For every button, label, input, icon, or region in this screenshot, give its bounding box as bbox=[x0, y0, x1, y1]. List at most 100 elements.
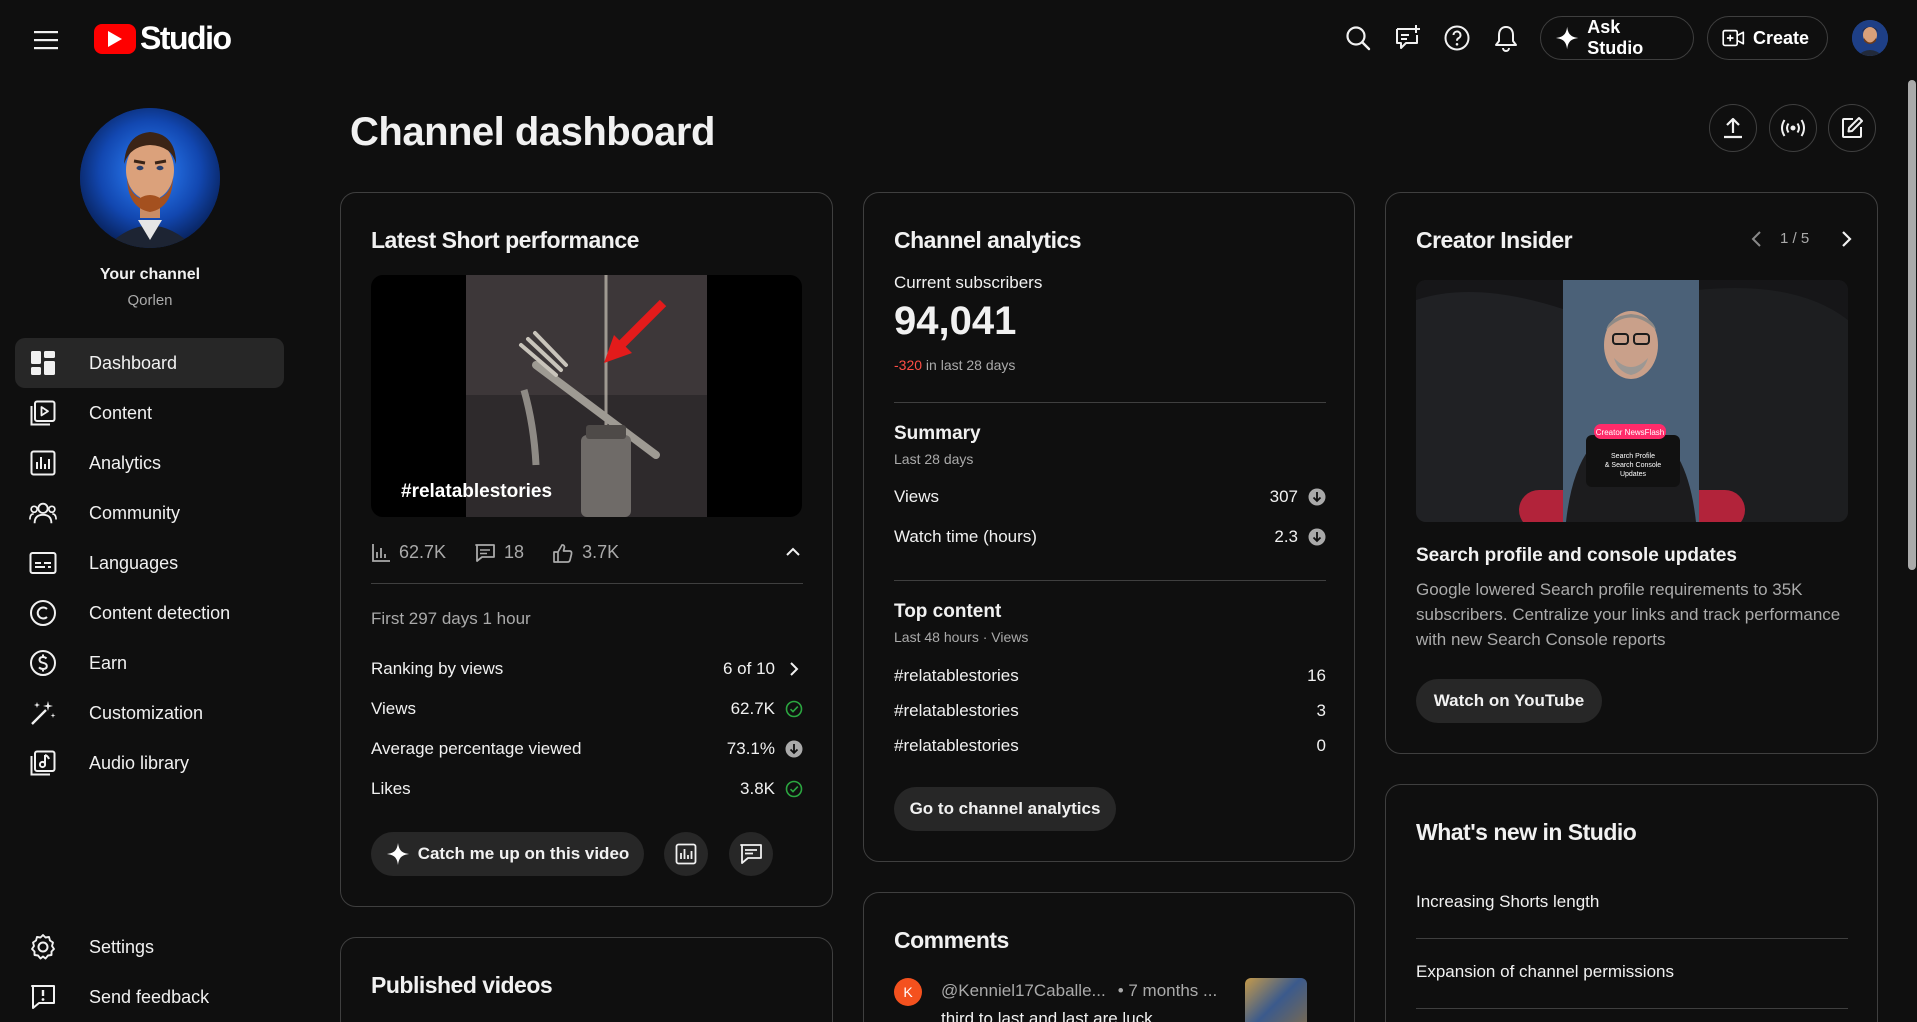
summary-views-row: Views 307 bbox=[894, 487, 1326, 507]
audio-library-icon bbox=[29, 749, 57, 777]
svg-text:Search Profile: Search Profile bbox=[1611, 453, 1655, 460]
watch-on-youtube-button[interactable]: Watch on YouTube bbox=[1416, 679, 1602, 723]
comment-text: third to last and last are luck bbox=[941, 1009, 1153, 1022]
whats-new-item[interactable]: Increasing Shorts length bbox=[1416, 892, 1599, 912]
period-label: First 297 days 1 hour bbox=[371, 609, 531, 628]
notifications-icon[interactable] bbox=[1490, 22, 1522, 54]
go-live-button[interactable] bbox=[1769, 104, 1817, 152]
collapse-chevron-icon[interactable] bbox=[783, 542, 803, 562]
account-avatar[interactable] bbox=[1852, 20, 1888, 56]
metric-likes-row: Likes 3.8K bbox=[371, 779, 803, 799]
sidebar-item-community[interactable]: Community bbox=[15, 488, 284, 538]
comment-author[interactable]: @Kenniel17Caballe... bbox=[941, 981, 1106, 1001]
metric-label: Ranking by views bbox=[371, 659, 504, 678]
svg-text:Updates: Updates bbox=[1620, 471, 1647, 478]
comment-video-thumbnail[interactable] bbox=[1245, 978, 1307, 1022]
search-icon[interactable] bbox=[1342, 22, 1374, 54]
top-content-label: #relatablestories bbox=[894, 736, 1019, 755]
chevron-left-icon[interactable] bbox=[1747, 229, 1767, 249]
sidebar-item-customization[interactable]: Customization bbox=[15, 688, 284, 738]
card-title: What's new in Studio bbox=[1416, 819, 1637, 845]
top-content-row[interactable]: #relatablestories 3 bbox=[894, 701, 1326, 721]
divider bbox=[1416, 938, 1848, 939]
metric-value: 73.1% bbox=[726, 739, 775, 758]
comments-count: 18 bbox=[504, 542, 525, 562]
create-post-button[interactable] bbox=[1828, 104, 1876, 152]
channel-name: Qorlen bbox=[127, 292, 173, 309]
divider bbox=[1416, 1008, 1848, 1009]
feedback-icon bbox=[29, 983, 57, 1011]
metric-value: 62.7K bbox=[730, 699, 775, 718]
whats-new-item[interactable]: Expansion of channel permissions bbox=[1416, 962, 1674, 982]
sidebar-item-label: Languages bbox=[89, 552, 179, 573]
summary-period: Last 28 days bbox=[894, 451, 974, 467]
divider bbox=[371, 583, 803, 584]
youtube-play-icon bbox=[94, 23, 136, 54]
top-content-value: 16 bbox=[1307, 666, 1326, 685]
studio-logo[interactable]: Studio bbox=[94, 20, 232, 57]
sidebar-item-settings[interactable]: Settings bbox=[15, 922, 284, 972]
top-content-period: Last 48 hours · Views bbox=[894, 629, 1029, 645]
menu-icon[interactable] bbox=[28, 22, 64, 58]
sidebar-item-label: Earn bbox=[89, 652, 128, 673]
insider-headline: Search profile and console updates bbox=[1416, 545, 1737, 566]
top-content-value: 0 bbox=[1316, 736, 1326, 755]
insider-body: Google lowered Search profile requiremen… bbox=[1416, 580, 1841, 649]
scrollbar-thumb[interactable] bbox=[1908, 80, 1916, 570]
summary-title: Summary bbox=[894, 423, 981, 444]
creator-insider-card: Creator Insider 1 / 5 Creator NewsFlash … bbox=[1385, 192, 1878, 754]
top-content-label: #relatablestories bbox=[894, 701, 1019, 720]
ask-studio-button[interactable]: Ask Studio bbox=[1540, 16, 1694, 60]
subscribers-change: -320 in last 28 days bbox=[894, 357, 1015, 373]
comment-icon bbox=[740, 844, 762, 864]
arrow-down-circle-icon bbox=[1308, 488, 1326, 506]
sidebar-item-label: Audio library bbox=[89, 752, 190, 773]
short-stats: 62.7K 18 3.7K bbox=[371, 542, 647, 563]
short-thumbnail[interactable]: #relatablestories bbox=[371, 275, 802, 517]
insider-thumbnail[interactable]: Creator NewsFlash Search Profile & Searc… bbox=[1416, 280, 1848, 522]
insider-badge: Creator NewsFlash bbox=[1596, 428, 1664, 437]
comment-meta: @Kenniel17Caballe... • 7 months ... bbox=[941, 981, 1217, 1001]
sidebar-item-label: Customization bbox=[89, 702, 204, 723]
sidebar-item-languages[interactable]: Languages bbox=[15, 538, 284, 588]
go-to-analytics-button[interactable]: Go to channel analytics bbox=[894, 787, 1116, 831]
sidebar-item-content[interactable]: Content bbox=[15, 388, 284, 438]
metric-views-row: Views 62.7K bbox=[371, 699, 803, 719]
feedback-chat-icon[interactable] bbox=[1392, 22, 1424, 54]
card-title: Comments bbox=[894, 927, 1009, 953]
catch-me-up-button[interactable]: Catch me up on this video bbox=[371, 832, 644, 876]
sidebar-item-label: Analytics bbox=[89, 452, 162, 473]
sidebar-item-send-feedback[interactable]: Send feedback bbox=[15, 972, 284, 1022]
top-content-row[interactable]: #relatablestories 16 bbox=[894, 666, 1326, 686]
go-to-analytics-label: Go to channel analytics bbox=[909, 799, 1101, 818]
upload-button[interactable] bbox=[1709, 104, 1757, 152]
upload-icon bbox=[1724, 117, 1742, 139]
sidebar-item-analytics[interactable]: Analytics bbox=[15, 438, 284, 488]
video-analytics-button[interactable] bbox=[664, 832, 708, 876]
create-button[interactable]: Create bbox=[1707, 16, 1828, 60]
comment-icon bbox=[475, 543, 495, 562]
channel-analytics-card: Channel analytics Current subscribers 94… bbox=[863, 192, 1355, 862]
chevron-right-icon[interactable] bbox=[1836, 229, 1856, 249]
top-content-row[interactable]: #relatablestories 0 bbox=[894, 736, 1326, 756]
sidebar-item-audio-library[interactable]: Audio library bbox=[15, 738, 284, 788]
content-icon bbox=[29, 399, 57, 427]
analytics-icon bbox=[675, 843, 697, 865]
card-title: Published videos bbox=[371, 972, 553, 998]
sidebar-item-content-detection[interactable]: Content detection bbox=[15, 588, 284, 638]
channel-avatar[interactable] bbox=[80, 108, 220, 248]
sidebar-item-label: Send feedback bbox=[89, 986, 210, 1007]
sidebar-item-label: Community bbox=[89, 502, 181, 523]
metric-value: 6 of 10 bbox=[723, 659, 775, 678]
check-circle-icon bbox=[785, 780, 803, 798]
help-icon[interactable] bbox=[1441, 22, 1473, 54]
short-video-title: #relatablestories bbox=[401, 481, 553, 502]
video-comments-button[interactable] bbox=[729, 832, 773, 876]
sidebar-item-dashboard[interactable]: Dashboard bbox=[15, 338, 284, 388]
svg-text:& Search Console: & Search Console bbox=[1605, 462, 1662, 469]
sidebar-item-label: Dashboard bbox=[89, 352, 178, 373]
sidebar-item-earn[interactable]: Earn bbox=[15, 638, 284, 688]
metric-ranking-row[interactable]: Ranking by views 6 of 10 bbox=[371, 659, 803, 679]
dashboard-icon bbox=[29, 349, 57, 377]
views-count: 62.7K bbox=[399, 542, 447, 562]
